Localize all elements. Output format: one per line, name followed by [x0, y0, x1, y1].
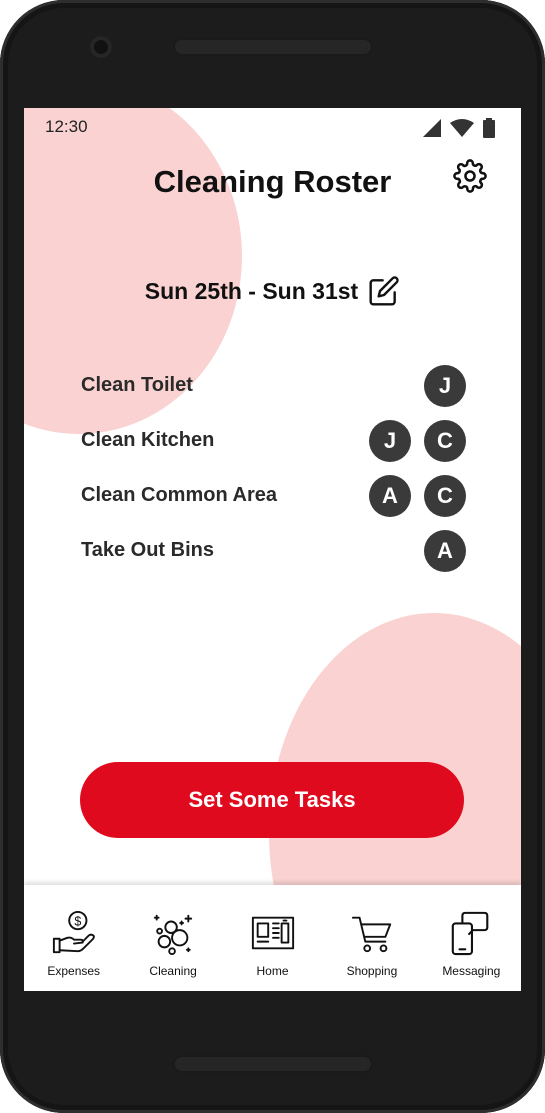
- assignee-list: J C: [369, 419, 466, 462]
- bottom-navigation: $ Expenses Cleaning Home Shopping Messag…: [24, 885, 521, 991]
- task-name: Clean Kitchen: [81, 429, 215, 451]
- nav-item-expenses[interactable]: $ Expenses: [24, 885, 123, 991]
- signal-icon: [423, 119, 441, 137]
- task-name: Clean Toilet: [81, 374, 193, 396]
- task-row[interactable]: Take Out Bins A: [81, 523, 466, 578]
- assignee-list: A: [424, 529, 466, 572]
- nav-label: Expenses: [47, 964, 101, 978]
- shopping-cart-icon: [351, 916, 392, 953]
- assignee-avatar[interactable]: A: [369, 474, 411, 517]
- task-list: Clean Toilet J Clean Kitchen J C Clean C…: [81, 358, 466, 578]
- bottom-speaker: [173, 1055, 373, 1073]
- svg-text:$: $: [74, 914, 81, 928]
- nav-item-messaging[interactable]: Messaging: [422, 885, 521, 991]
- front-camera: [90, 36, 112, 58]
- phone-frame: 12:30 Cleaning Roster Sun 25th - Sun 31s…: [0, 0, 545, 1113]
- cleaning-icon: [153, 914, 193, 956]
- week-range: Sun 25th - Sun 31st: [144, 277, 359, 304]
- expenses-icon: $: [52, 910, 95, 954]
- nav-label: Messaging: [442, 964, 501, 978]
- home-icon: [251, 916, 294, 950]
- nav-label: Cleaning: [149, 964, 197, 978]
- battery-icon: [483, 118, 495, 138]
- task-row[interactable]: Clean Toilet J: [81, 358, 466, 413]
- assignee-avatar[interactable]: J: [424, 364, 466, 407]
- assignee-list: A C: [369, 474, 466, 517]
- app-screen: 12:30 Cleaning Roster Sun 25th - Sun 31s…: [24, 108, 521, 991]
- assignee-avatar[interactable]: J: [369, 419, 411, 462]
- wifi-icon: [450, 119, 474, 137]
- task-row[interactable]: Clean Common Area A C: [81, 468, 466, 523]
- page-title: Cleaning Roster: [153, 164, 392, 199]
- messaging-icon: [452, 911, 489, 956]
- task-row[interactable]: Clean Kitchen J C: [81, 413, 466, 468]
- status-icons: [423, 118, 495, 138]
- status-time: 12:30: [45, 117, 88, 136]
- assignee-avatar[interactable]: C: [424, 419, 466, 462]
- assignee-avatar[interactable]: C: [424, 474, 466, 517]
- earpiece-speaker: [173, 38, 373, 56]
- nav-item-cleaning[interactable]: Cleaning: [123, 885, 222, 991]
- nav-label: Home: [256, 964, 289, 978]
- edit-icon[interactable]: [368, 275, 400, 307]
- nav-item-shopping[interactable]: Shopping: [322, 885, 421, 991]
- task-name: Take Out Bins: [81, 539, 214, 561]
- nav-label: Shopping: [346, 964, 398, 978]
- assignee-list: J: [424, 364, 466, 407]
- set-tasks-button[interactable]: Set Some Tasks: [80, 762, 464, 838]
- nav-item-home[interactable]: Home: [223, 885, 322, 991]
- task-name: Clean Common Area: [81, 484, 277, 506]
- assignee-avatar[interactable]: A: [424, 529, 466, 572]
- week-selector: Sun 25th - Sun 31st: [24, 275, 521, 307]
- settings-gear-icon[interactable]: [453, 159, 487, 193]
